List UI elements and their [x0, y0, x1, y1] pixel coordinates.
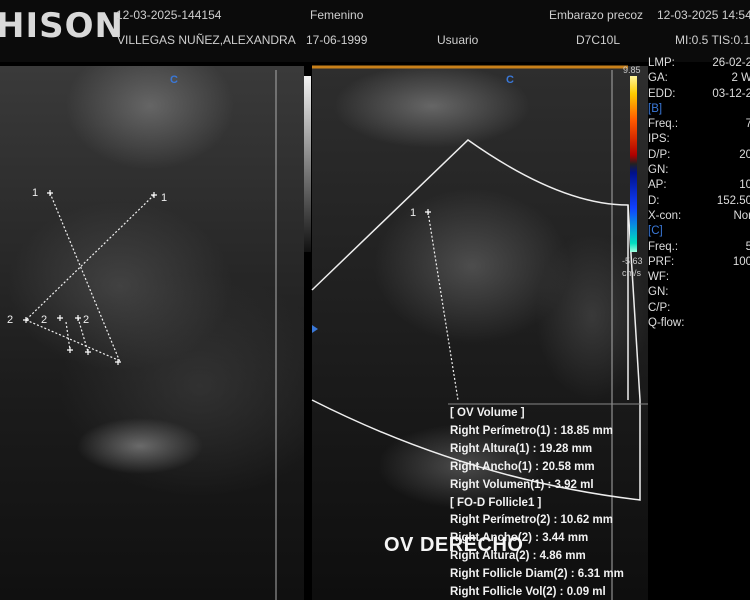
- parameter-label: [C]: [648, 225, 663, 238]
- parameter-row: WF:: [648, 270, 750, 285]
- parameter-value: 100: [732, 255, 750, 268]
- parameter-row: GN:: [648, 163, 750, 178]
- measurement-line: Right Follicle Vol(2) : 0.09 ml: [450, 586, 606, 599]
- parameter-label: EDD:: [648, 87, 676, 100]
- parameter-row: D: 152.50: [648, 194, 750, 209]
- parameter-row: Freq.: 5: [648, 240, 750, 255]
- caliper-marks-left: [23, 190, 157, 365]
- parameter-label: PRF:: [648, 255, 675, 268]
- measurement-line: [ OV Volume ]: [450, 407, 525, 419]
- parameter-value: 5: [745, 240, 750, 253]
- parameter-row: GN:: [648, 285, 750, 300]
- measurement-line: Right Altura(1) : 19.28 mm: [450, 442, 593, 455]
- caliper-lines-left: [25, 192, 155, 363]
- color-scale-top: 9.85: [623, 65, 641, 75]
- measurement-line: Right Follicle Diam(2) : 6.31 mm: [450, 568, 624, 581]
- parameter-row: IPS:: [648, 132, 750, 147]
- color-scale-bottom: -5.63: [622, 256, 643, 266]
- parameter-row: LMP: 26-02-2: [648, 56, 750, 71]
- parameter-label: AP:: [648, 179, 667, 192]
- caliper-mark-right: [425, 209, 431, 215]
- parameter-label: Freq.:: [648, 118, 679, 131]
- measurement-line: Right Volumen(1) : 3.92 ml: [450, 478, 594, 491]
- parameter-row: D/P: 20: [648, 148, 750, 163]
- caliper-label: 2: [41, 314, 48, 326]
- parameter-row: X-con: Nor: [648, 209, 750, 224]
- parameter-row: C/P:: [648, 301, 750, 316]
- parameter-label: Q-flow:: [648, 317, 685, 330]
- parameter-value: 10: [739, 179, 750, 192]
- parameter-row: Q-flow:: [648, 316, 750, 331]
- parameter-value: 152.50: [716, 194, 750, 207]
- measurement-line: Right Perímetro(1) : 18.85 mm: [450, 424, 613, 437]
- caliper-label: 1: [410, 207, 417, 219]
- measurement-line: Right Ancho(1) : 20.58 mm: [450, 460, 595, 473]
- parameter-label: D:: [648, 194, 660, 207]
- parameter-label: IPS:: [648, 133, 670, 146]
- parameter-label: C/P:: [648, 301, 671, 314]
- color-flow-scale: [630, 76, 637, 252]
- parameter-row: AP: 10: [648, 178, 750, 193]
- parameter-row: GA: 2 W: [648, 71, 750, 86]
- parameter-value: Nor: [733, 209, 750, 222]
- caliper-label: 1: [161, 192, 168, 204]
- parameter-row: Freq.: 7: [648, 117, 750, 132]
- parameter-label: WF:: [648, 271, 670, 284]
- parameter-label: [B]: [648, 102, 663, 115]
- parameter-label: GN:: [648, 164, 669, 177]
- measurement-results: [ OV Volume ] Right Perímetro(1) : 18.85 …: [448, 405, 650, 600]
- measurement-line: [ FO-D Follicle1 ]: [450, 496, 542, 509]
- parameter-label: Freq.:: [648, 240, 679, 253]
- measurement-line: Right Perímetro(2) : 10.62 mm: [450, 514, 613, 527]
- parameter-label: X-con:: [648, 209, 682, 222]
- parameter-label: GN:: [648, 286, 669, 299]
- parameter-label: D/P:: [648, 148, 671, 161]
- parameter-row: [C]: [648, 224, 750, 239]
- caliper-label: 1: [32, 187, 39, 199]
- parameter-label: LMP:: [648, 57, 675, 69]
- parameter-row: [B]: [648, 102, 750, 117]
- parameter-value: 7: [745, 118, 750, 131]
- parameter-value: 03-12-2: [712, 87, 750, 100]
- image-caption: OV DERECHO: [384, 534, 524, 556]
- caliper-label: 2: [7, 314, 14, 326]
- parameter-value: 20: [739, 148, 750, 161]
- caliper-line-right: [427, 211, 459, 401]
- parameter-label: GA:: [648, 72, 668, 85]
- parameter-row: EDD: 03-12-2: [648, 87, 750, 102]
- parameter-value: 2 W: [731, 72, 750, 85]
- parameter-value: 26-02-2: [712, 57, 750, 69]
- color-scale-unit: cm/s: [622, 268, 641, 278]
- caliper-label: 2: [83, 314, 90, 326]
- parameter-row: PRF: 100: [648, 255, 750, 270]
- parameter-panel: LMP: 26-02-2 GA: 2 W EDD: 03-12-2 [B] Freq.: 7 IP…: [648, 56, 750, 331]
